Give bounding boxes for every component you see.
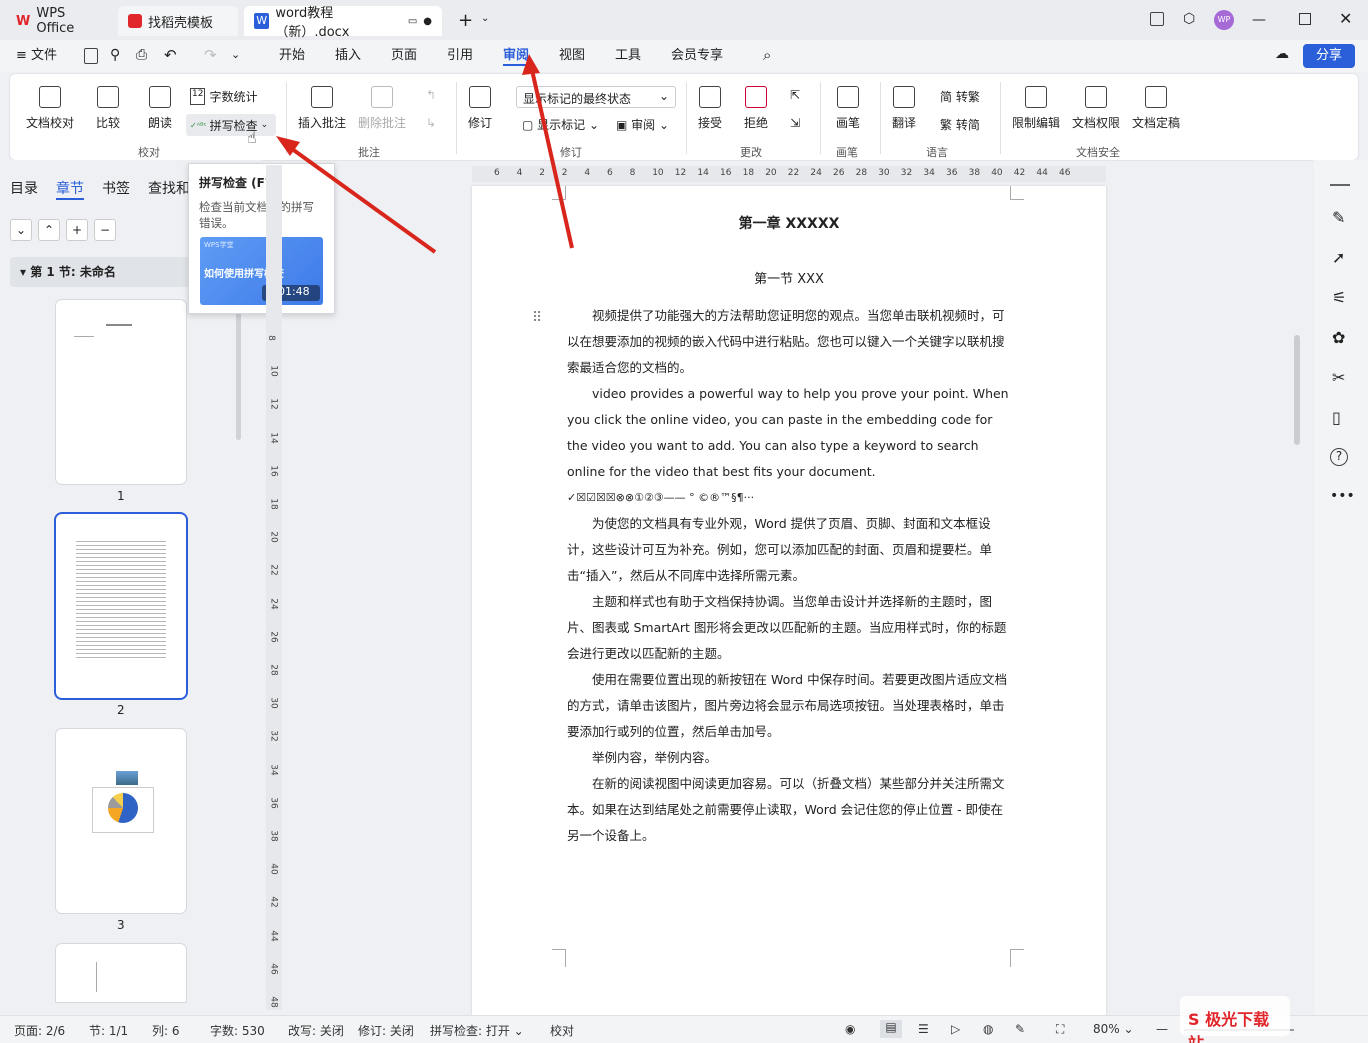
page-view-icon[interactable]: ▤ bbox=[880, 1020, 902, 1038]
watermark-logo: S 极光下载站 bbox=[1180, 996, 1290, 1043]
fit-page-icon[interactable]: ⛶ bbox=[1056, 1022, 1064, 1037]
annotation-arrows bbox=[276, 54, 574, 254]
status-spell-check[interactable]: 拼写检查: 打开 ⌄ bbox=[430, 1022, 524, 1039]
outline-view-icon[interactable]: ☰ bbox=[918, 1022, 929, 1036]
web-view-icon[interactable]: ◍ bbox=[983, 1022, 993, 1036]
zoom-out-icon[interactable]: — bbox=[1156, 1022, 1168, 1036]
pen-mode-icon[interactable]: ✎ bbox=[1015, 1022, 1025, 1036]
status-overwrite[interactable]: 改写: 关闭 bbox=[288, 1022, 344, 1039]
status-track-changes[interactable]: 修订: 关闭 bbox=[358, 1022, 414, 1039]
red-arrow-line bbox=[286, 144, 437, 254]
zoom-value: 80% bbox=[1093, 1022, 1120, 1036]
mouse-pointer-icon: ☝ bbox=[247, 128, 257, 147]
status-column[interactable]: 列: 6 bbox=[152, 1022, 180, 1039]
zoom-select[interactable]: 80% ⌄ bbox=[1093, 1022, 1134, 1036]
status-bar: 页面: 2/6 节: 1/1 列: 6 字数: 530 改写: 关闭 修订: 关… bbox=[0, 996, 1368, 1043]
eye-icon[interactable]: ◉ bbox=[845, 1022, 855, 1036]
red-arrow-head bbox=[522, 54, 540, 75]
status-proofread[interactable]: 校对 bbox=[550, 1022, 574, 1039]
red-arrow-line bbox=[530, 69, 574, 249]
status-word-count[interactable]: 字数: 530 bbox=[210, 1022, 265, 1039]
play-icon[interactable]: ▷ bbox=[951, 1022, 960, 1036]
status-section[interactable]: 节: 1/1 bbox=[89, 1022, 128, 1039]
status-spell-label: 拼写检查: 打开 bbox=[430, 1024, 510, 1038]
status-page[interactable]: 页面: 2/6 bbox=[14, 1022, 65, 1039]
